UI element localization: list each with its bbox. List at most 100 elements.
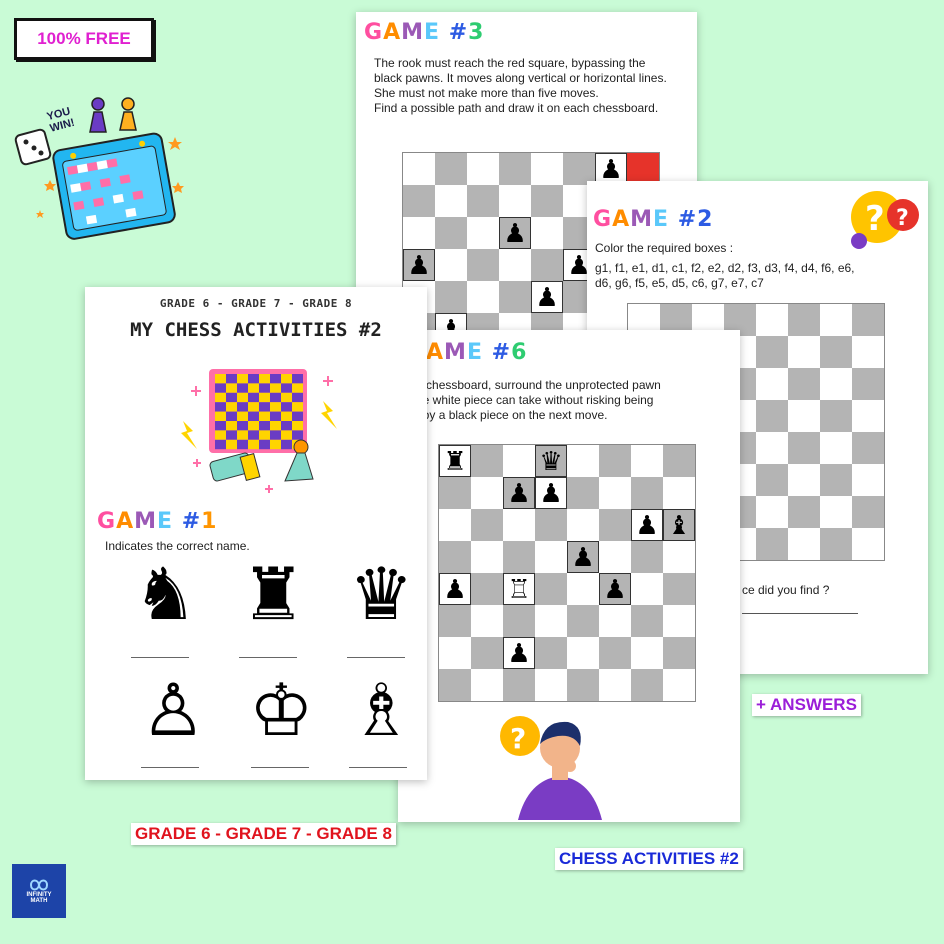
board-square — [535, 509, 567, 541]
board-square — [820, 496, 852, 528]
board-square — [756, 496, 788, 528]
thinking-boy-illustration: ? — [500, 716, 602, 820]
svg-text:?: ? — [865, 199, 885, 239]
board-square — [756, 304, 788, 336]
board-square — [535, 637, 567, 669]
infinity-math-logo: INFINITY MATH — [12, 864, 66, 918]
mini-board-square — [237, 430, 248, 440]
board-square — [852, 368, 884, 400]
board-square — [599, 541, 631, 573]
mini-board-square — [215, 430, 226, 440]
board-square — [663, 669, 695, 701]
mini-board-square — [259, 421, 270, 431]
game2-squares: g1, f1, e1, d1, c1, f2, e2, d2, f3, d3, … — [595, 261, 855, 290]
board-square — [788, 464, 820, 496]
board-square — [788, 304, 820, 336]
answers-label: + ANSWERS — [752, 694, 861, 716]
mini-board-square — [270, 439, 281, 450]
yellow-pawn-icon — [119, 97, 137, 131]
board-square — [756, 336, 788, 368]
board-square — [599, 605, 631, 637]
board-square — [599, 669, 631, 701]
board-square — [467, 185, 499, 217]
mini-board-square — [281, 421, 292, 431]
fallen-king-icon — [209, 452, 261, 482]
board-square — [503, 669, 535, 701]
mini-board-square — [237, 392, 248, 403]
board-square — [435, 249, 467, 281]
mini-board-square — [248, 374, 259, 384]
board-square — [471, 509, 503, 541]
game6-title: AME #6 — [426, 340, 528, 365]
board-square — [535, 573, 567, 605]
board-square — [631, 637, 663, 669]
chess-piece-square: ♟ — [531, 281, 563, 313]
logo-line2: MATH — [30, 898, 48, 904]
mini-board-square — [248, 430, 259, 440]
chess-piece-square: ♟ — [535, 477, 567, 509]
mini-board-square — [281, 439, 292, 450]
board-square — [756, 368, 788, 400]
board-square — [852, 496, 884, 528]
mini-board-square — [237, 411, 248, 421]
board-square — [531, 153, 563, 185]
board-square — [631, 669, 663, 701]
mini-board-square — [259, 402, 270, 412]
board-square — [631, 573, 663, 605]
board-square — [531, 217, 563, 249]
mini-board-square — [226, 392, 237, 403]
board-square — [435, 185, 467, 217]
mini-board-square — [259, 392, 270, 403]
board-square — [788, 496, 820, 528]
board-square — [531, 249, 563, 281]
board-square — [567, 477, 599, 509]
board-square — [467, 217, 499, 249]
mini-board-square — [226, 383, 237, 393]
dice-icon — [14, 128, 52, 166]
mini-board-square — [237, 402, 248, 412]
chess-piece-square: ♝ — [663, 509, 695, 541]
board-square — [503, 541, 535, 573]
board-square — [756, 464, 788, 496]
board-square — [439, 509, 471, 541]
board-square — [852, 464, 884, 496]
board-square — [756, 432, 788, 464]
chess-activities-sheet: GRADE 6 - GRADE 7 - GRADE 8 MY CHESS ACT… — [85, 287, 427, 780]
svg-text:?: ? — [510, 722, 526, 755]
board-square — [503, 509, 535, 541]
board-square — [471, 477, 503, 509]
mini-board-square — [215, 374, 226, 384]
board-square — [535, 605, 567, 637]
mini-board-square — [237, 439, 248, 450]
board-square — [499, 153, 531, 185]
chess-piece-square: ♟ — [631, 509, 663, 541]
board-square — [499, 281, 531, 313]
board-square — [467, 249, 499, 281]
board-square — [435, 217, 467, 249]
board-square — [471, 669, 503, 701]
mini-board-square — [259, 383, 270, 393]
board-square — [503, 445, 535, 477]
board-square — [599, 477, 631, 509]
board-square — [820, 368, 852, 400]
board-square — [631, 605, 663, 637]
chess-piece-square: ♟ — [499, 217, 531, 249]
board-square — [535, 541, 567, 573]
board-square — [499, 185, 531, 217]
board-square — [756, 528, 788, 560]
board-square — [531, 185, 563, 217]
chess-piece-square: ♟ — [439, 573, 471, 605]
board-square — [567, 669, 599, 701]
mini-board-square — [226, 421, 237, 431]
svg-text:?: ? — [896, 206, 909, 231]
board-square — [439, 541, 471, 573]
mini-board-square — [281, 430, 292, 440]
mini-board-square — [270, 421, 281, 431]
mini-board-square — [270, 402, 281, 412]
board-square — [788, 432, 820, 464]
mini-board-square — [215, 392, 226, 403]
mini-board-square — [248, 392, 259, 403]
question-bubbles-icon: ? ? — [851, 191, 919, 249]
answer-line — [141, 767, 199, 768]
mini-board-square — [281, 383, 292, 393]
